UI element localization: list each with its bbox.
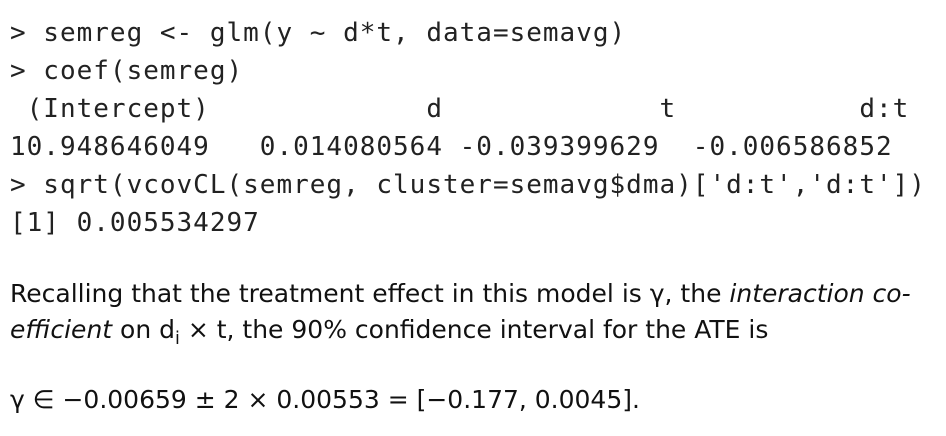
confidence-interval-equation: γ ∈ −0.00659 ± 2 × 0.00553 = [−0.177, 0.…	[10, 385, 640, 414]
code-line-glm-call: > semreg <- glm(y ~ d*t, data=semavg)	[10, 18, 627, 48]
code-line-coef-values: 10.948646049 0.014080564 -0.039399629 -0…	[10, 132, 893, 162]
paragraph-text-mid: on d	[112, 315, 175, 344]
interaction-term-line1: interaction co-	[729, 279, 911, 308]
r-console-output: > semreg <- glm(y ~ d*t, data=semavg) > c…	[10, 14, 926, 242]
code-line-coef-call: > coef(semreg)	[10, 56, 244, 86]
interaction-term-line2: efficient	[10, 315, 113, 344]
paragraph-text-end: × t, the 90% confidence interval for the…	[179, 315, 769, 344]
code-line-vcovcl-call: > sqrt(vcovCL(semreg, cluster=semavg$dma…	[10, 170, 926, 200]
paragraph-text-start: Recalling that the treatment effect in t…	[10, 279, 730, 308]
code-line-result: [1] 0.005534297	[10, 208, 260, 238]
code-line-coef-headers: (Intercept) d t d:t	[10, 94, 910, 124]
explanation-paragraph: Recalling that the treatment effect in t…	[10, 276, 940, 357]
